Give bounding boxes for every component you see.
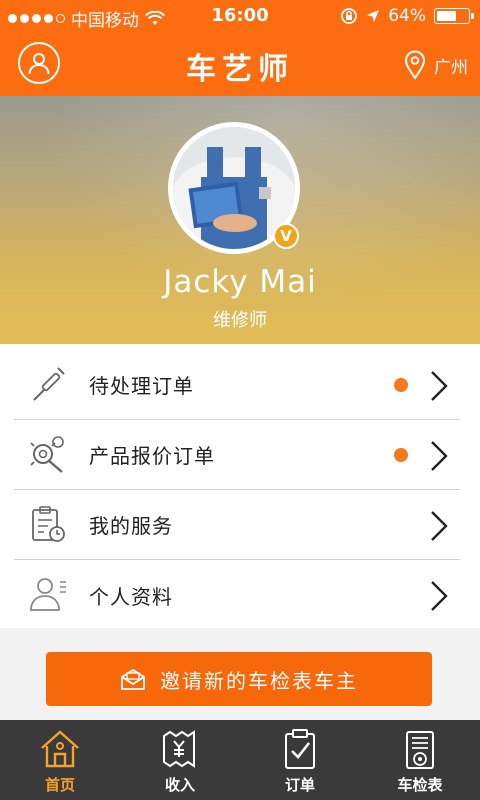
battery-fill — [437, 11, 457, 21]
menu-item-label: 待处理订单 — [89, 374, 194, 398]
chevron-right-icon — [431, 441, 448, 471]
menu-item-my-services[interactable]: 我的服务 — [14, 490, 460, 560]
tab-orders[interactable]: 订单 — [240, 720, 360, 800]
screwdriver-icon — [33, 367, 65, 401]
profile-name: Jacky Mai — [163, 264, 317, 300]
menu-item-label: 产品报价订单 — [89, 444, 215, 468]
map-pin-icon — [404, 50, 426, 80]
chevron-right-icon — [431, 371, 448, 401]
nav-row: 车艺师 广州 — [0, 32, 480, 96]
chevron-right-icon — [431, 581, 448, 611]
rotation-lock-icon — [341, 8, 358, 24]
status-bar: 中国移动 16:00 64% — [0, 0, 480, 32]
tab-income[interactable]: 收入 — [120, 720, 240, 800]
location-label: 广州 — [434, 57, 468, 78]
battery-icon — [434, 8, 474, 24]
profile-banner: V Jacky Mai 维修师 — [0, 96, 480, 344]
gear-wrench-icon — [30, 436, 64, 473]
envelope-icon — [121, 668, 145, 690]
battery-percent: 64% — [388, 6, 426, 26]
notification-dot — [394, 447, 408, 462]
location-selector[interactable]: 广州 — [404, 50, 468, 80]
verified-badge: V — [273, 223, 299, 249]
menu-list: 待处理订单 产品报价订单 我的服务 个人资料 — [0, 344, 480, 628]
income-ticket-icon — [163, 730, 195, 768]
tab-inspection[interactable]: 车检表 — [360, 720, 480, 800]
inspection-list-icon — [406, 731, 434, 769]
invite-owner-button[interactable]: 邀请新的车检表车主 — [46, 652, 432, 706]
menu-item-personal-info[interactable]: 个人资料 — [14, 560, 460, 630]
location-arrow-icon — [367, 10, 380, 22]
order-clipboard-icon — [285, 729, 315, 769]
top-bar: 中国移动 16:00 64% 车艺师 广州 — [0, 0, 480, 96]
person-icon — [30, 578, 66, 611]
invite-button-label: 邀请新的车检表车主 — [160, 668, 358, 693]
notification-dot — [394, 377, 408, 392]
menu-item-pending-orders[interactable]: 待处理订单 — [14, 350, 460, 420]
tab-label: 收入 — [164, 776, 195, 794]
menu-item-label: 个人资料 — [89, 584, 173, 609]
clipboard-clock-icon — [32, 506, 65, 542]
menu-item-label: 我的服务 — [89, 514, 173, 538]
menu-item-quote-orders[interactable]: 产品报价订单 — [14, 420, 460, 490]
tab-label: 订单 — [284, 776, 315, 794]
tab-home[interactable]: 首页 — [0, 720, 120, 800]
tab-label: 车检表 — [397, 776, 443, 794]
tab-label: 首页 — [44, 776, 75, 794]
home-icon — [41, 730, 79, 768]
tab-bar: 首页 收入 订单 车检表 — [0, 720, 480, 800]
chevron-right-icon — [431, 511, 448, 541]
status-right: 64% — [340, 6, 474, 26]
profile-role: 维修师 — [213, 310, 267, 331]
